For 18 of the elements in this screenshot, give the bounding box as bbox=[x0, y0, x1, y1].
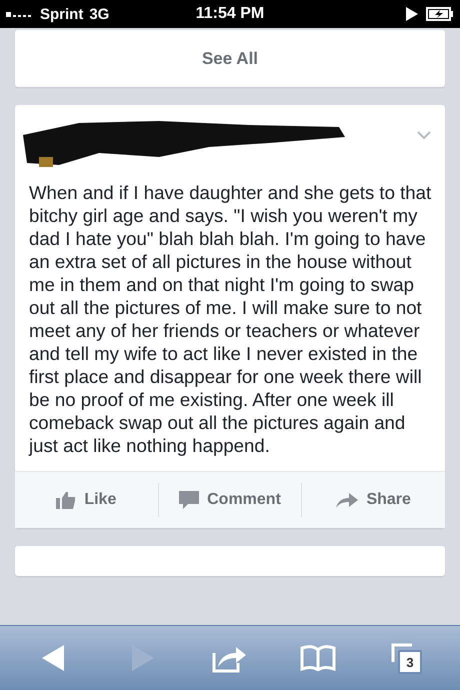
carrier-name: Sprint bbox=[40, 6, 84, 22]
chevron-down-icon[interactable] bbox=[417, 131, 431, 140]
tabs-button[interactable]: 3 bbox=[384, 640, 428, 676]
signal-icon bbox=[6, 10, 34, 18]
share-button[interactable]: Share bbox=[302, 480, 446, 520]
thumbs-up-icon bbox=[56, 491, 76, 509]
play-icon bbox=[406, 7, 418, 21]
battery-charging-icon bbox=[426, 7, 454, 21]
see-all-link[interactable]: See All bbox=[202, 48, 258, 68]
arrow-icon bbox=[336, 492, 358, 508]
post-text: When and if I have daughter and she gets to that bitchy girl age and says. "I wish you weren't my dad I hate you" blah blah blah. I'm going to have an extra set of all pictures in the house without me in them and on that night I'm going to swap out all the pictures of me. I will make sure to not meet any of her friends or teachers or whatever and tell my wife to act like I never existed in the first place and disappear for one week there will be no proof of me existing. After one week ill comeback swap out all the pictures again and just act like nothing happend. bbox=[28, 181, 432, 458]
book-icon[interactable] bbox=[300, 645, 336, 671]
comment-button[interactable]: Comment bbox=[158, 480, 302, 520]
status-time: 11:54 PM bbox=[196, 5, 264, 23]
network-type: 3G bbox=[89, 6, 110, 22]
speech-bubble-icon bbox=[179, 491, 200, 509]
like-button[interactable]: Like bbox=[15, 480, 158, 520]
back-icon[interactable] bbox=[42, 645, 66, 671]
